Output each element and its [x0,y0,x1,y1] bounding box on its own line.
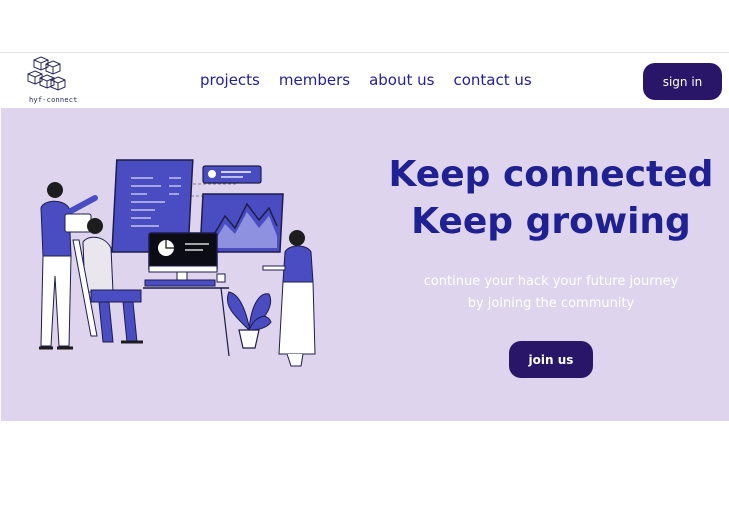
logo-text: hyf-connect [29,96,78,104]
subtext-line-2: by joining the community [467,296,635,311]
join-us-button[interactable]: join us [509,341,593,378]
sign-in-button[interactable]: sign in [643,63,722,100]
hero-subtext: continue your hack your future journey b… [391,271,711,315]
hero-headline: Keep connected Keep growing [376,151,726,245]
hexagon-cubes-icon [27,56,66,91]
nav-link-about-us[interactable]: about us [369,71,434,89]
nav-link-members[interactable]: members [279,71,350,89]
hero-section: Keep connected Keep growing continue you… [1,108,729,421]
team-collaboration-illustration [39,159,316,367]
navbar: hyf-connect projects members about us co… [0,53,729,108]
subtext-line-1: continue your hack your future journey [423,274,679,289]
logo[interactable]: hyf-connect [27,55,77,107]
headline-line-1: Keep connected [388,154,714,195]
nav-link-contact-us[interactable]: contact us [453,71,531,89]
main-nav: projects members about us contact us [200,71,532,89]
headline-line-2: Keep growing [411,201,691,242]
nav-link-projects[interactable]: projects [200,71,260,89]
